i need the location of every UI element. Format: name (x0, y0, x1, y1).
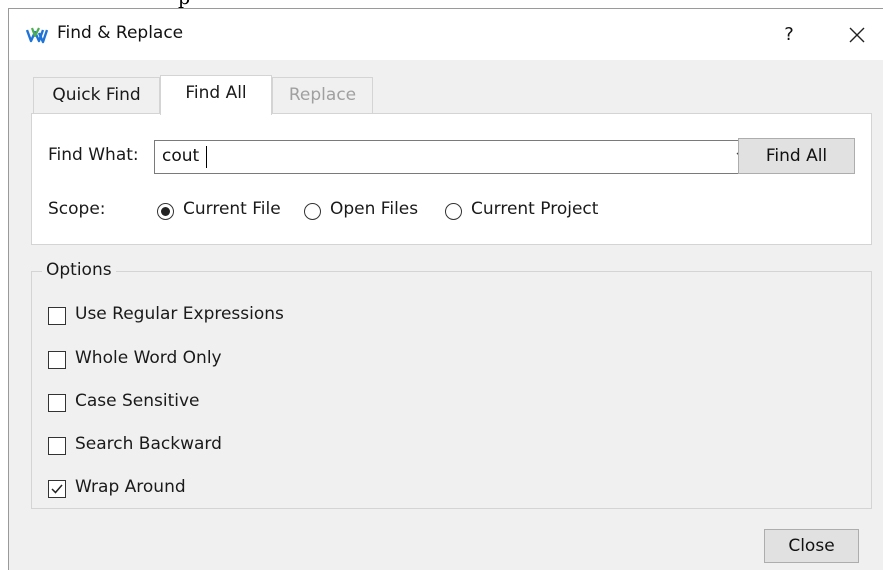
close-window-button[interactable] (837, 17, 877, 53)
search-backward-checkbox[interactable] (48, 437, 66, 455)
app-logo-icon (26, 27, 48, 44)
find-what-label: Find What: (48, 145, 139, 165)
tab-quick-find[interactable]: Quick Find (33, 77, 160, 115)
use-regex-checkbox[interactable] (48, 307, 66, 325)
whole-word-label[interactable]: Whole Word Only (75, 348, 222, 368)
find-what-combobox[interactable]: cout (154, 140, 757, 174)
scope-radio-group: Scope: Current File Open Files Current P… (32, 199, 873, 225)
close-button[interactable]: Close (764, 529, 859, 563)
options-group: Options Use Regular Expressions Whole Wo… (31, 260, 872, 509)
background-text-fragment: p (0, 0, 883, 8)
wrap-around-label[interactable]: Wrap Around (75, 477, 186, 497)
scope-current-project-radio[interactable] (445, 203, 462, 220)
find-what-value: cout (162, 146, 200, 166)
tab-find-all[interactable]: Find All (160, 75, 272, 115)
find-replace-dialog: Find & Replace ? Quick Find Find All Rep… (8, 8, 883, 570)
checkmark-icon (51, 484, 63, 494)
case-sensitive-label[interactable]: Case Sensitive (75, 391, 200, 411)
scope-open-files-label[interactable]: Open Files (330, 199, 418, 219)
scope-current-project-label[interactable]: Current Project (471, 199, 598, 219)
find-all-panel: Find What: cout Find All Scope: Current … (31, 113, 872, 245)
find-all-button[interactable]: Find All (738, 138, 855, 174)
whole-word-checkbox[interactable] (48, 351, 66, 369)
scope-open-files-radio[interactable] (304, 203, 321, 220)
dialog-title: Find & Replace (57, 23, 184, 43)
close-icon (849, 27, 865, 43)
help-button[interactable]: ? (769, 17, 809, 53)
scope-label: Scope: (48, 199, 106, 219)
case-sensitive-checkbox[interactable] (48, 394, 66, 412)
scope-current-file-label[interactable]: Current File (183, 199, 281, 219)
use-regex-label[interactable]: Use Regular Expressions (75, 304, 284, 324)
title-bar[interactable]: Find & Replace ? (9, 9, 883, 60)
search-backward-label[interactable]: Search Backward (75, 434, 222, 454)
wrap-around-checkbox[interactable] (48, 480, 66, 498)
options-group-title: Options (42, 260, 116, 280)
tab-replace: Replace (272, 77, 373, 115)
scope-current-file-radio[interactable] (157, 203, 174, 220)
text-caret (206, 146, 207, 168)
